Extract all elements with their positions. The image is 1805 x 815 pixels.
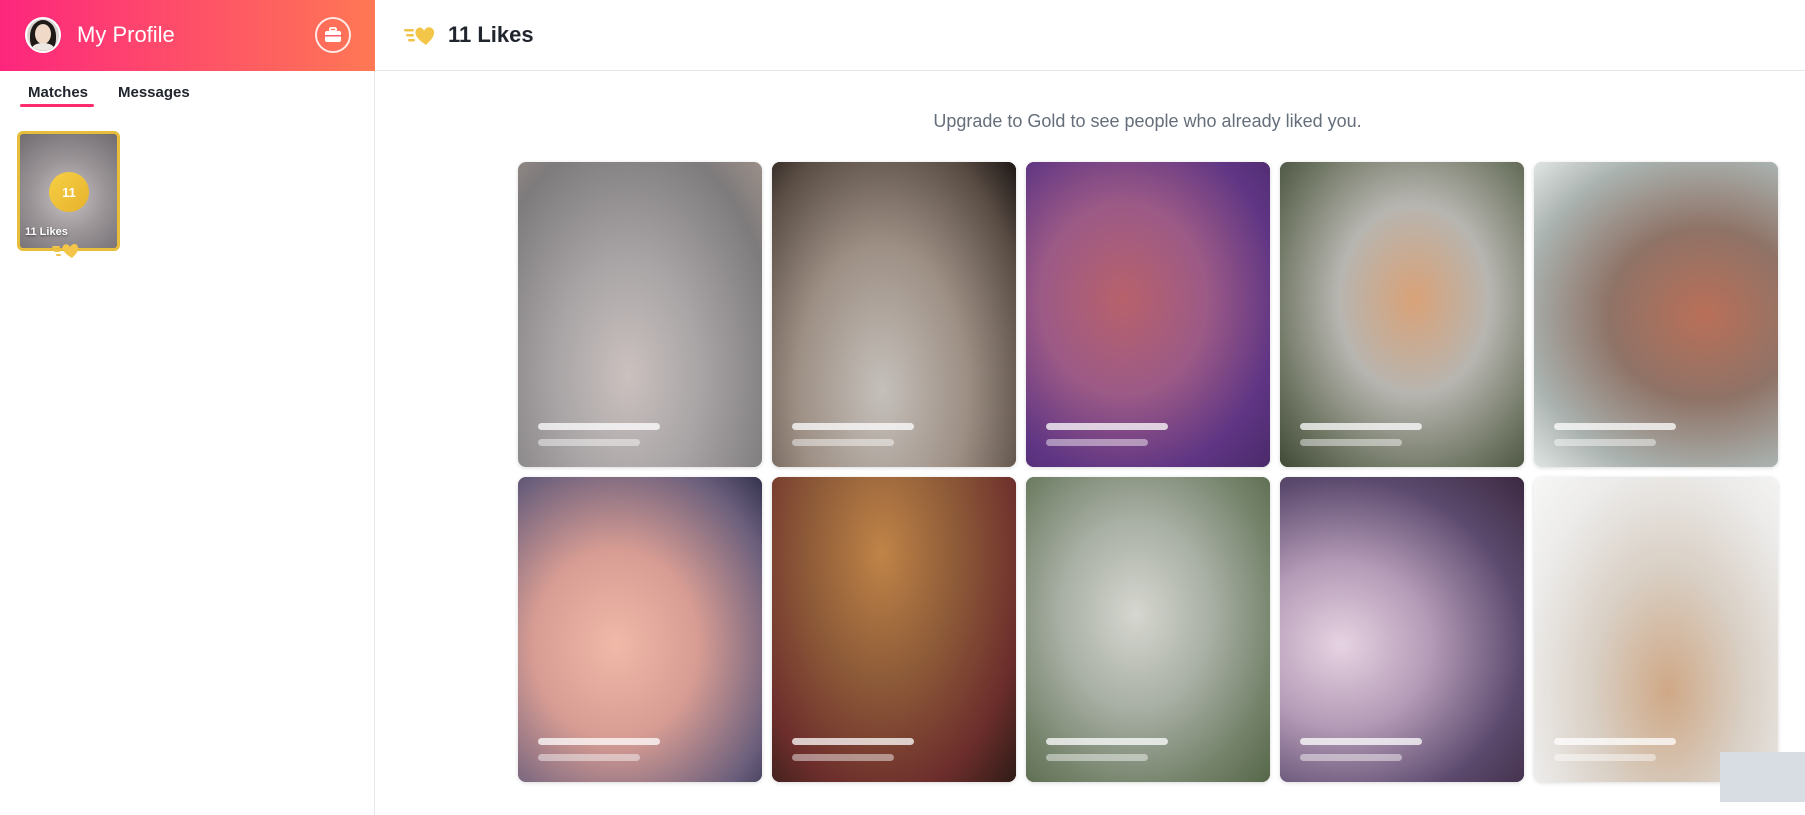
page-title: 11 Likes xyxy=(448,22,534,47)
blurred-photo xyxy=(1280,162,1524,467)
blurred-photo xyxy=(1280,477,1524,782)
detail-placeholder xyxy=(538,754,640,761)
like-tile[interactable] xyxy=(1026,162,1270,467)
detail-placeholder xyxy=(1300,439,1402,446)
name-placeholder xyxy=(1300,738,1422,745)
detail-placeholder xyxy=(1046,754,1148,761)
name-placeholder xyxy=(538,738,660,745)
active-tab-indicator xyxy=(20,104,94,107)
upgrade-message: Upgrade to Gold to see people who alread… xyxy=(933,111,1362,131)
blurred-photo xyxy=(772,162,1016,467)
name-placeholder xyxy=(792,423,914,430)
gold-heart-icon xyxy=(52,244,79,258)
detail-placeholder xyxy=(538,439,640,446)
blurred-photo xyxy=(772,477,1016,782)
like-tile[interactable] xyxy=(1534,477,1778,782)
name-placeholder xyxy=(1554,423,1676,430)
likes-card[interactable]: 11 11 Likes xyxy=(17,131,120,251)
main-header: 11 Likes xyxy=(376,0,1805,71)
sidebar-header: My Profile xyxy=(0,0,375,71)
like-tile[interactable] xyxy=(518,162,762,467)
avatar-face xyxy=(35,24,51,44)
avatar-body xyxy=(31,43,55,51)
detail-placeholder xyxy=(1046,439,1148,446)
main-content: 11 Likes Upgrade to Gold to see people w… xyxy=(376,0,1805,815)
like-tile[interactable] xyxy=(518,477,762,782)
like-tile[interactable] xyxy=(1026,477,1270,782)
name-placeholder xyxy=(538,423,660,430)
like-tile[interactable] xyxy=(1280,162,1524,467)
tab-messages[interactable]: Messages xyxy=(118,84,190,101)
detail-placeholder xyxy=(1554,439,1656,446)
briefcase-button[interactable] xyxy=(315,17,351,53)
blurred-photo xyxy=(1026,162,1270,467)
corner-overlay xyxy=(1720,752,1805,802)
detail-placeholder xyxy=(1300,754,1402,761)
sidebar: My Profile Matches Messages 11 11 Likes xyxy=(0,0,375,815)
name-placeholder xyxy=(1046,738,1168,745)
detail-placeholder xyxy=(792,439,894,446)
blurred-photo xyxy=(1534,162,1778,467)
blurred-photo xyxy=(1026,477,1270,782)
likes-count-badge: 11 xyxy=(49,172,89,212)
like-tile[interactable] xyxy=(1280,477,1524,782)
like-tile[interactable] xyxy=(1534,162,1778,467)
name-placeholder xyxy=(1046,423,1168,430)
name-placeholder xyxy=(792,738,914,745)
blurred-photo xyxy=(518,162,762,467)
gold-heart-icon xyxy=(404,27,435,45)
like-tile[interactable] xyxy=(772,477,1016,782)
blurred-photo xyxy=(518,477,762,782)
detail-placeholder xyxy=(792,754,894,761)
briefcase-icon xyxy=(325,27,341,42)
profile-title[interactable]: My Profile xyxy=(77,22,175,48)
avatar[interactable] xyxy=(25,17,61,53)
likes-card-label: 11 Likes xyxy=(25,226,68,238)
like-tile[interactable] xyxy=(772,162,1016,467)
detail-placeholder xyxy=(1554,754,1656,761)
app-window: My Profile Matches Messages 11 11 Likes xyxy=(0,0,1805,815)
name-placeholder xyxy=(1554,738,1676,745)
tab-matches[interactable]: Matches xyxy=(28,84,88,101)
name-placeholder xyxy=(1300,423,1422,430)
blurred-photo xyxy=(1534,477,1778,782)
